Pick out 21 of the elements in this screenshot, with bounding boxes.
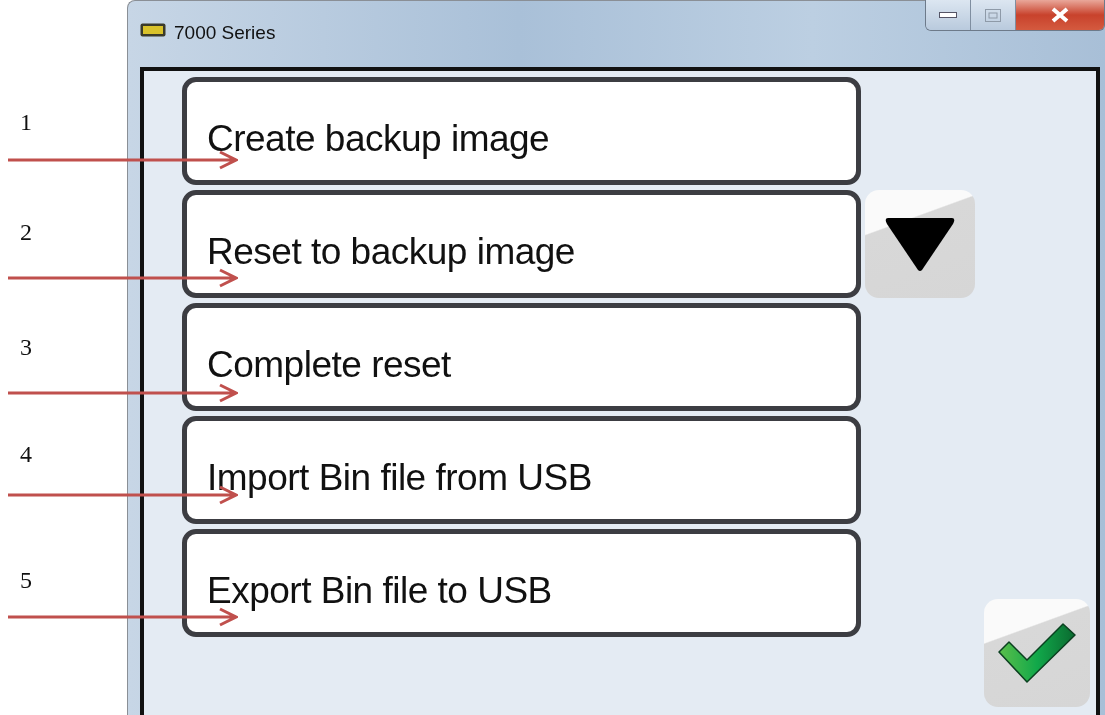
app-icon	[140, 23, 166, 37]
callout-number: 5	[20, 568, 32, 592]
minimize-icon	[939, 12, 957, 18]
maximize-icon	[985, 8, 1001, 22]
menu-button[interactable]: Import Bin file from USB	[182, 416, 861, 524]
callout-number: 1	[20, 110, 32, 134]
checkmark-icon	[997, 622, 1077, 684]
close-icon	[1050, 7, 1070, 23]
window-title: 7000 Series	[174, 23, 276, 42]
menu-button[interactable]: Complete reset	[182, 303, 861, 411]
menu-button[interactable]: Export Bin file to USB	[182, 529, 861, 637]
minimize-button[interactable]	[926, 0, 971, 30]
close-button[interactable]	[1016, 0, 1104, 30]
triangle-down-icon	[884, 216, 956, 272]
menu-button[interactable]: Reset to backup image	[182, 190, 861, 298]
confirm-button[interactable]	[984, 599, 1090, 707]
callout-number: 2	[20, 220, 32, 244]
menu-button[interactable]: Create backup image	[182, 77, 861, 185]
callout-number: 4	[20, 442, 32, 466]
scroll-down-button[interactable]	[865, 190, 975, 298]
callout-number: 3	[20, 335, 32, 359]
